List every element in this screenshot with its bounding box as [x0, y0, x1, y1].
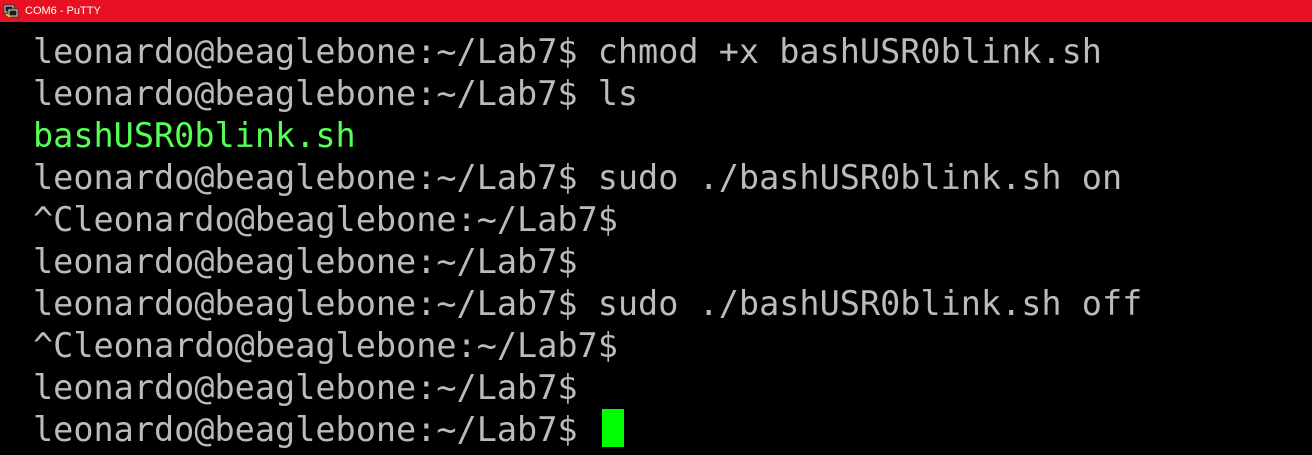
- terminal-line-text: leonardo@beaglebone:~/Lab7$ sudo ./bashU…: [33, 284, 1143, 323]
- terminal-prompt-line[interactable]: leonardo@beaglebone:~/Lab7$: [33, 409, 1142, 451]
- terminal-line: leonardo@beaglebone:~/Lab7$ sudo ./bashU…: [33, 157, 1142, 199]
- terminal-line: bashUSR0blink.sh: [33, 115, 1142, 157]
- terminal-area[interactable]: leonardo@beaglebone:~/Lab7$ chmod +x bas…: [0, 22, 1312, 455]
- putty-window: COM6 - PuTTY leonardo@beaglebone:~/Lab7$…: [0, 0, 1312, 455]
- text-cursor: [601, 409, 624, 447]
- terminal-line-text: leonardo@beaglebone:~/Lab7$ chmod +x bas…: [33, 32, 1102, 71]
- terminal-line: leonardo@beaglebone:~/Lab7$: [33, 367, 1142, 409]
- terminal-line: leonardo@beaglebone:~/Lab7$ sudo ./bashU…: [33, 283, 1142, 325]
- terminal-line: leonardo@beaglebone:~/Lab7$: [33, 241, 1142, 283]
- window-title: COM6 - PuTTY: [25, 5, 101, 17]
- title-bar[interactable]: COM6 - PuTTY: [0, 0, 1312, 22]
- terminal-line-text: leonardo@beaglebone:~/Lab7$ sudo ./bashU…: [33, 158, 1123, 197]
- terminal-line-text: leonardo@beaglebone:~/Lab7$ ls: [33, 74, 639, 113]
- terminal-line: leonardo@beaglebone:~/Lab7$ chmod +x bas…: [33, 31, 1142, 73]
- terminal-line: ^Cleonardo@beaglebone:~/Lab7$: [33, 325, 1142, 367]
- executable-file-name: bashUSR0blink.sh: [33, 116, 356, 155]
- current-prompt: leonardo@beaglebone:~/Lab7$: [33, 410, 598, 449]
- terminal-line: ^Cleonardo@beaglebone:~/Lab7$: [33, 199, 1142, 241]
- terminal-output: leonardo@beaglebone:~/Lab7$ chmod +x bas…: [33, 31, 1142, 451]
- terminal-line-text: leonardo@beaglebone:~/Lab7$: [33, 242, 578, 281]
- terminal-line-text: ^Cleonardo@beaglebone:~/Lab7$: [33, 326, 618, 365]
- terminal-line-text: leonardo@beaglebone:~/Lab7$: [33, 368, 578, 407]
- terminal-line: leonardo@beaglebone:~/Lab7$ ls: [33, 73, 1142, 115]
- putty-terminal-icon[interactable]: [3, 3, 19, 19]
- terminal-line-text: ^Cleonardo@beaglebone:~/Lab7$: [33, 200, 618, 239]
